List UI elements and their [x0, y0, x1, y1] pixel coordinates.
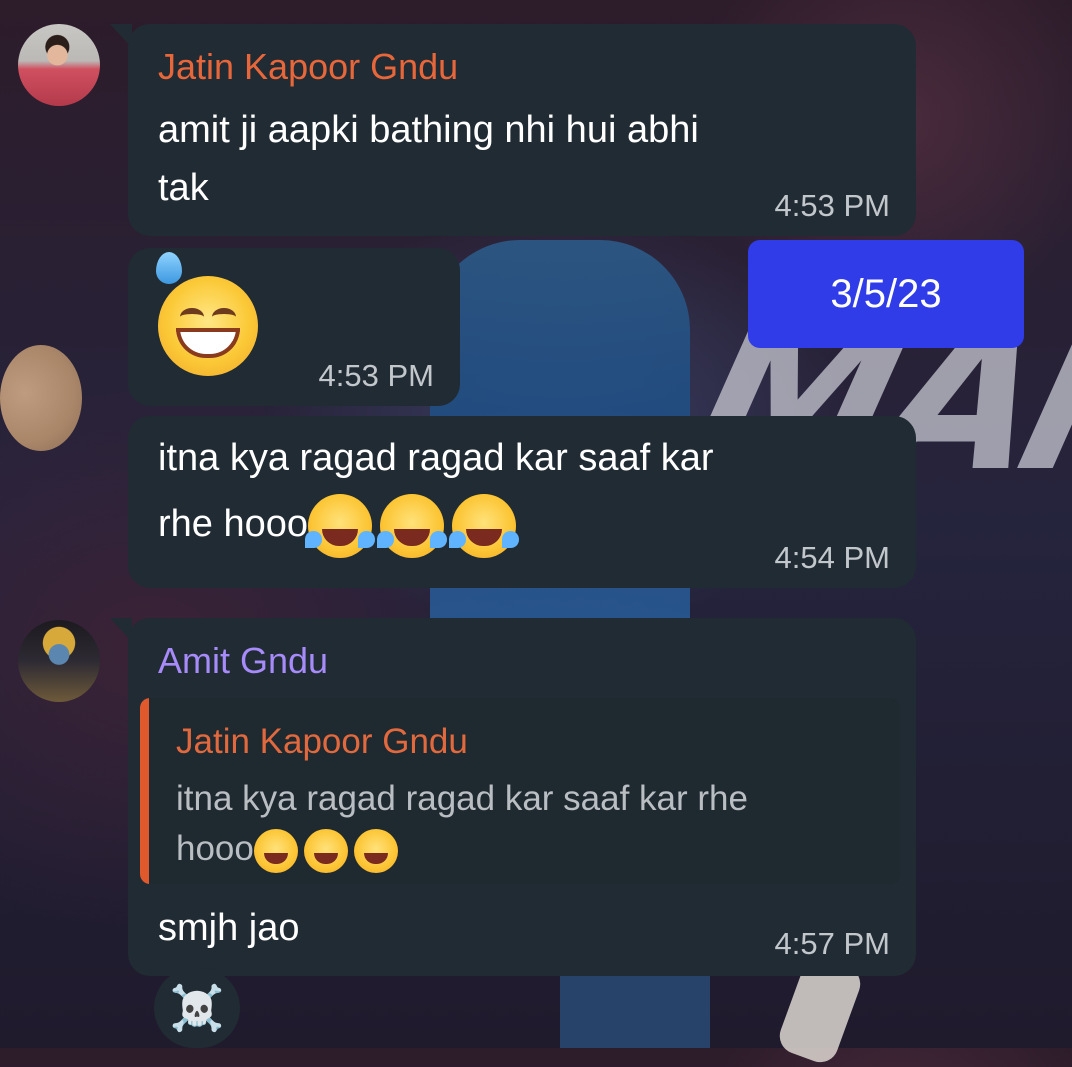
- quote-text-line2-wrap: hooo: [176, 824, 876, 874]
- emoji-eye: [180, 308, 204, 326]
- date-chip: 3/5/23: [748, 240, 1024, 348]
- message-bubble-4[interactable]: Amit Gndu Jatin Kapoor Gndu itna kya rag…: [110, 618, 916, 976]
- message-bubble-3[interactable]: itna kya ragad ragad kar saaf kar rhe ho…: [128, 416, 916, 588]
- message-time: 4:53 PM: [774, 188, 890, 223]
- message-text-line2: rhe hooo: [158, 503, 309, 545]
- sweat-drop-icon: [156, 252, 182, 284]
- emoji-eye: [212, 308, 236, 326]
- message-bubble-2[interactable]: 4:53 PM: [128, 248, 460, 406]
- rofl-emoji: [353, 828, 398, 873]
- message-text-line1: itna kya ragad ragad kar saaf kar: [158, 437, 714, 479]
- sender-name[interactable]: Jatin Kapoor Gndu: [158, 46, 458, 88]
- rofl-emoji: [253, 828, 298, 873]
- reaction-skull-crossbones[interactable]: ☠️: [154, 968, 240, 1048]
- sender-name[interactable]: Amit Gndu: [158, 640, 328, 682]
- bubble-tail: [110, 618, 132, 642]
- quote-sender: Jatin Kapoor Gndu: [176, 722, 468, 761]
- reply-quote[interactable]: Jatin Kapoor Gndu itna kya ragad ragad k…: [140, 698, 900, 884]
- avatar-amit[interactable]: [18, 620, 100, 702]
- sweat-smile-emoji: [156, 252, 258, 376]
- background-ball: [0, 345, 82, 451]
- message-bubble-1[interactable]: Jatin Kapoor Gndu amit ji aapki bathing …: [110, 24, 916, 236]
- bubble-tail: [110, 24, 132, 48]
- message-time: 4:57 PM: [774, 926, 890, 961]
- emoji-mouth: [176, 328, 240, 358]
- message-text-line2: tak: [158, 167, 209, 209]
- message-time: 4:54 PM: [774, 540, 890, 575]
- rofl-emoji: [377, 493, 447, 558]
- quote-accent-bar: [140, 698, 149, 884]
- quote-text: itna kya ragad ragad kar saaf kar rhe ho…: [176, 774, 876, 874]
- rofl-emoji: [303, 828, 348, 873]
- message-text-line2-wrap: rhe hooo: [158, 492, 519, 558]
- quote-text-line1: itna kya ragad ragad kar saaf kar rhe: [176, 779, 748, 818]
- message-time: 4:53 PM: [318, 358, 434, 393]
- rofl-emoji: [305, 493, 375, 558]
- quote-text-line2: hooo: [176, 829, 254, 868]
- message-text-line1: amit ji aapki bathing nhi hui abhi: [158, 109, 699, 151]
- avatar-jatin[interactable]: [18, 24, 100, 106]
- rofl-emoji: [449, 493, 519, 558]
- message-text: smjh jao: [158, 907, 300, 949]
